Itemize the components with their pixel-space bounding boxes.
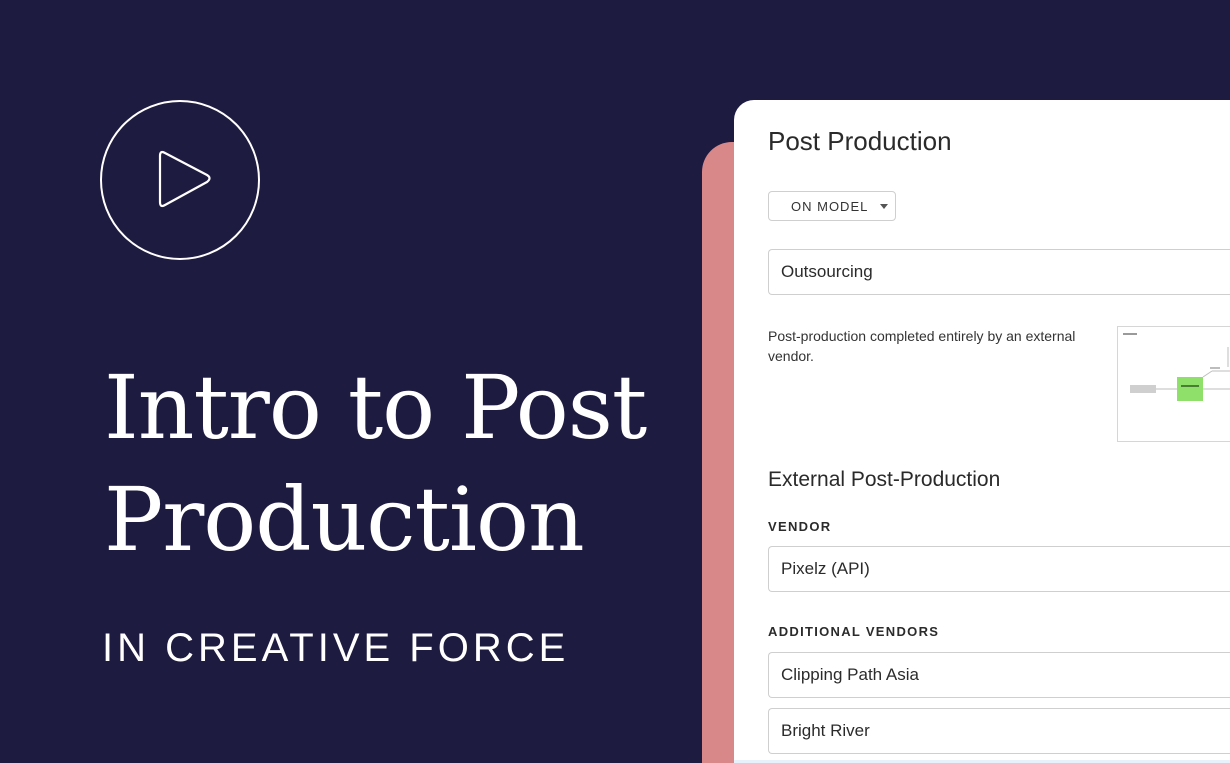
additional-vendor-value-1: Clipping Path Asia	[781, 665, 919, 684]
hero-title: Intro to Post Production	[104, 352, 684, 576]
workflow-description: Post-production completed entirely by an…	[768, 328, 1076, 364]
vendor-select[interactable]: Pixelz (API)	[768, 546, 1230, 592]
hero-subtitle: IN CREATIVE FORCE	[102, 626, 570, 670]
mode-dropdown-value: ON MODEL	[791, 198, 869, 214]
play-icon	[100, 100, 260, 260]
additional-vendors-label: ADDITIONAL VENDORS	[768, 624, 940, 639]
additional-vendor-value-2: Bright River	[781, 721, 870, 740]
workflow-diagram-thumbnail	[1117, 326, 1230, 442]
external-section-title: External Post-Production	[768, 468, 1001, 491]
workflow-select[interactable]: Outsourcing	[768, 249, 1230, 295]
mode-dropdown[interactable]: ON MODEL	[768, 191, 896, 221]
play-button[interactable]	[100, 100, 260, 260]
panel-title: Post Production	[768, 126, 952, 156]
hero-title-line-1: Intro to Post	[104, 356, 647, 459]
workflow-diagram	[1123, 333, 1230, 401]
thumbnail-stage: Intro to Post Production IN CREATIVE FOR…	[0, 0, 1230, 763]
vendor-select-value: Pixelz (API)	[781, 559, 870, 578]
vendor-label: VENDOR	[768, 519, 832, 534]
additional-vendor-field-1[interactable]: Clipping Path Asia	[768, 652, 1230, 698]
additional-vendor-field-2[interactable]: Bright River	[768, 708, 1230, 754]
workflow-select-value: Outsourcing	[781, 262, 873, 281]
chevron-down-icon	[880, 203, 889, 209]
hero-title-line-2: Production	[104, 468, 585, 571]
post-production-panel: Post Production ON MODEL Outsourcing Pos…	[734, 100, 1230, 763]
